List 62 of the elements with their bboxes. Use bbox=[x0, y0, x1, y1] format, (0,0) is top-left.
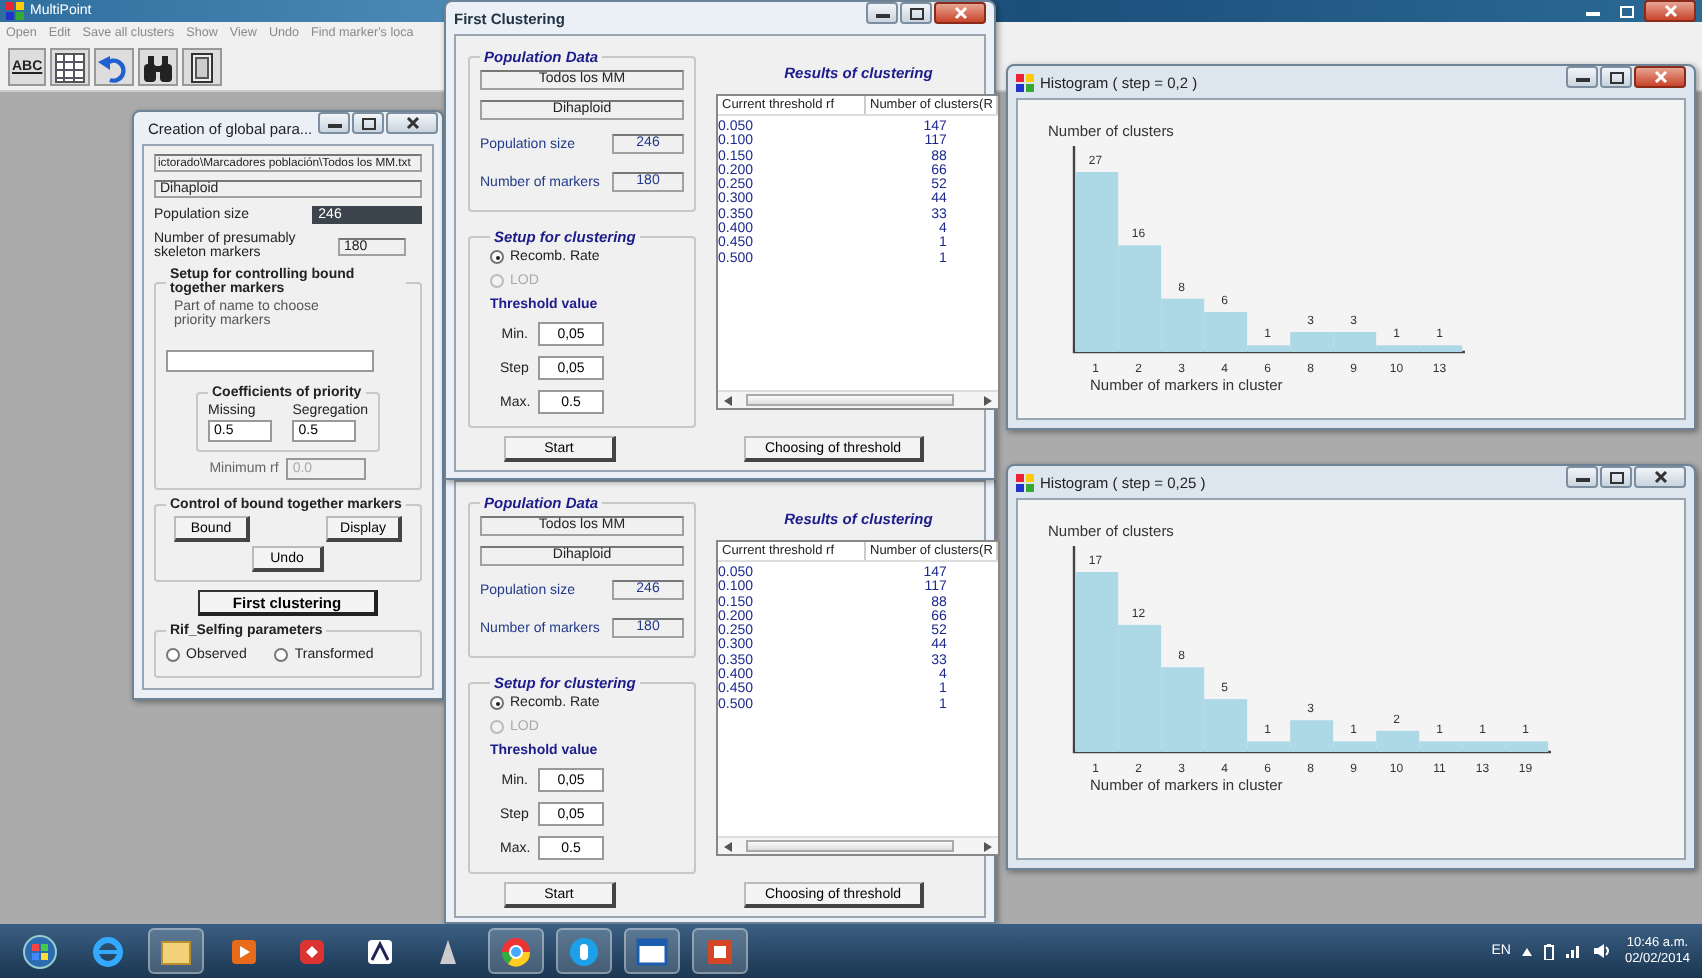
window-icon bbox=[634, 933, 670, 969]
close-button[interactable] bbox=[1634, 466, 1686, 488]
maximize-icon bbox=[361, 117, 376, 129]
search-tool-button[interactable] bbox=[138, 48, 179, 86]
battery-icon[interactable] bbox=[1544, 943, 1555, 959]
maximize-button[interactable] bbox=[352, 112, 385, 134]
binoculars-icon bbox=[142, 51, 175, 83]
show-hidden-icons-icon[interactable] bbox=[1522, 947, 1533, 955]
taskbar-button[interactable] bbox=[624, 928, 680, 974]
radio-indicator[interactable] bbox=[490, 250, 504, 264]
maximize-icon bbox=[909, 7, 923, 19]
close-button[interactable] bbox=[1634, 66, 1686, 88]
minimize-icon bbox=[1575, 72, 1589, 82]
browser-e-icon bbox=[90, 933, 126, 969]
door-icon bbox=[186, 51, 219, 83]
minimize-button[interactable] bbox=[866, 2, 898, 24]
maximize-button[interactable] bbox=[1600, 66, 1632, 88]
radio-indicator[interactable] bbox=[490, 696, 504, 710]
scrollbar-thumb[interactable] bbox=[746, 840, 955, 852]
speaker-icon[interactable] bbox=[1594, 944, 1613, 958]
minimize-icon bbox=[875, 8, 889, 18]
minimize-button[interactable] bbox=[318, 112, 351, 134]
taskbar-button[interactable] bbox=[692, 928, 748, 974]
minimize-button[interactable] bbox=[1566, 466, 1598, 488]
close-button[interactable] bbox=[386, 112, 439, 134]
maximize-icon bbox=[1609, 471, 1623, 483]
chat-app-icon bbox=[566, 933, 602, 969]
app-icon bbox=[6, 2, 24, 20]
maximize-button[interactable] bbox=[1600, 466, 1632, 488]
close-icon bbox=[1663, 4, 1677, 18]
radio-indicator[interactable] bbox=[274, 648, 289, 662]
undo-tool-button[interactable] bbox=[94, 48, 135, 86]
close-icon bbox=[1653, 70, 1667, 84]
close-icon bbox=[1653, 470, 1667, 484]
maximize-icon bbox=[1619, 5, 1633, 17]
scrollbar-thumb[interactable] bbox=[746, 394, 955, 406]
grid-icon bbox=[54, 51, 87, 83]
close-button[interactable] bbox=[1644, 0, 1696, 22]
signal-icon[interactable] bbox=[1566, 944, 1583, 958]
close-button[interactable] bbox=[934, 2, 986, 24]
minimize-icon bbox=[1585, 6, 1599, 16]
app-icon bbox=[1016, 73, 1034, 91]
name-input-field[interactable] bbox=[166, 350, 374, 372]
grid-tool-button[interactable] bbox=[50, 48, 91, 86]
taskbar-button[interactable] bbox=[556, 928, 612, 974]
minimize-icon bbox=[327, 118, 342, 128]
maximize-icon bbox=[1609, 71, 1623, 83]
radio-indicator[interactable] bbox=[166, 648, 180, 662]
minimize-icon bbox=[1575, 472, 1589, 482]
door-tool-button[interactable] bbox=[182, 48, 223, 86]
horizontal-scrollbar[interactable] bbox=[718, 836, 999, 854]
app-icon bbox=[1016, 473, 1034, 491]
maximize-button[interactable] bbox=[900, 2, 932, 24]
scroll-left-icon bbox=[724, 841, 732, 851]
start-orb-icon bbox=[22, 933, 58, 969]
undo-icon bbox=[98, 51, 131, 83]
scroll-left-icon bbox=[724, 395, 732, 405]
minimize-button[interactable] bbox=[1566, 66, 1598, 88]
chrome-icon bbox=[498, 933, 534, 969]
close-icon bbox=[405, 116, 420, 130]
horizontal-scrollbar[interactable] bbox=[718, 390, 999, 408]
close-icon bbox=[953, 6, 967, 20]
